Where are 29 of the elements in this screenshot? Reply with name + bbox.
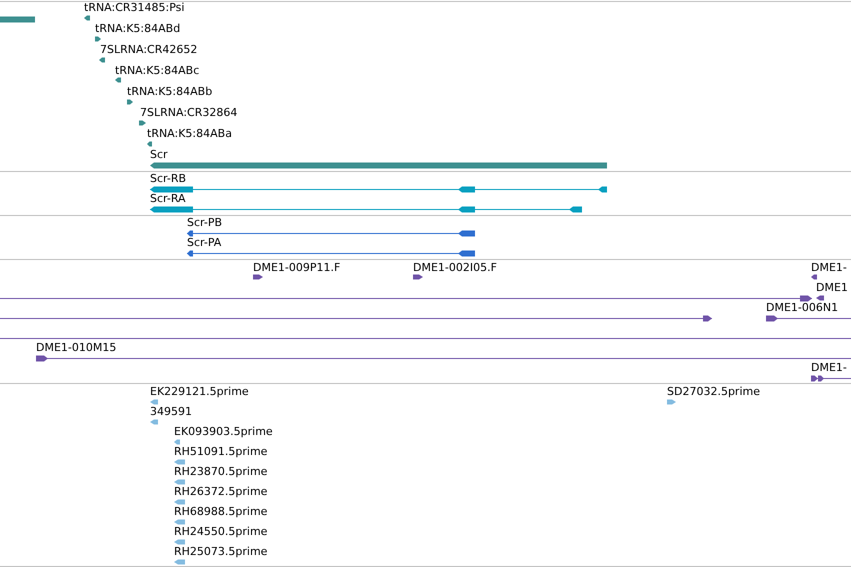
feature-label: tRNA:CR31485:Psi (84, 1, 184, 15)
feature-label: Scr (150, 148, 168, 162)
feature-label: tRNA:K5:84ABb (127, 85, 212, 99)
feature-label: RH23870.5prime (174, 465, 268, 479)
feature-label: RH24550.5prime (174, 525, 268, 539)
feature-label: tRNA:K5:84ABd (95, 22, 180, 36)
feature-label: DME1-002I05.F (413, 261, 497, 275)
feature-label: Scr-RB (150, 172, 186, 186)
feature-label: tRNA:K5:84ABa (147, 127, 232, 141)
feature-label: RH25073.5prime (174, 545, 268, 559)
feature-label: DME1-006N1 (766, 301, 838, 315)
feature-label: DME1- (811, 261, 847, 275)
feature-label: Scr-PA (187, 236, 222, 250)
feature-label: EK229121.5prime (150, 385, 249, 399)
feature-label: RH26372.5prime (174, 485, 268, 499)
feature-label: DME1- (811, 361, 847, 375)
feature-label: DME1 (816, 281, 848, 295)
feature-label: 349591 (150, 405, 192, 419)
feature-label: 7SLRNA:CR42652 (100, 43, 198, 57)
feature-label: 7SLRNA:CR32864 (140, 106, 238, 120)
feature-label: DME1-010M15 (36, 341, 116, 355)
feature-label: tRNA:K5:84ABc (115, 64, 200, 78)
feature-label: SD27032.5prime (667, 385, 760, 399)
feature-label: DME1-009P11.F (253, 261, 340, 275)
feature-label: Scr-RA (150, 192, 186, 206)
feature-label: RH68988.5prime (174, 505, 268, 519)
feature-label: RH51091.5prime (174, 445, 268, 459)
feature-label: Scr-PB (187, 216, 222, 230)
feature-label: EK093903.5prime (174, 425, 273, 439)
